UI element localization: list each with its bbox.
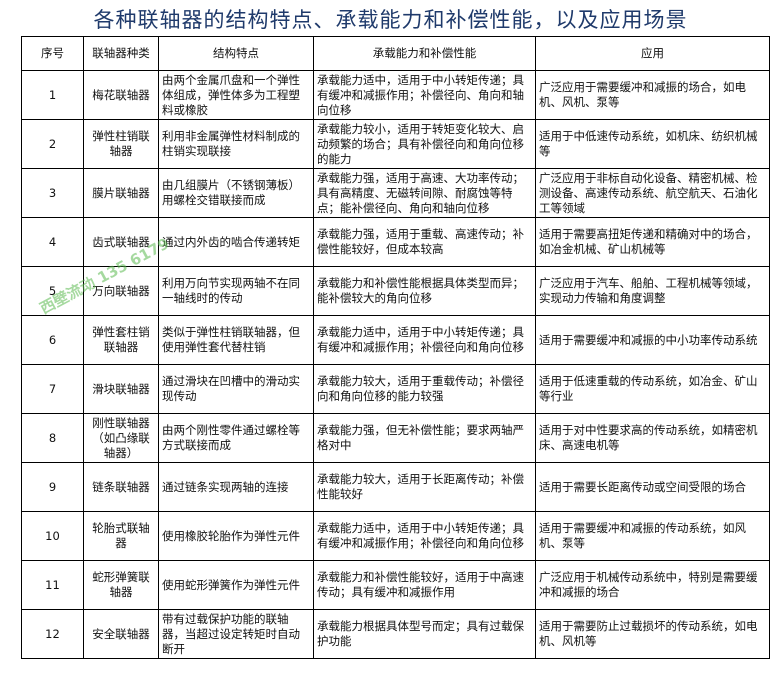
cell-structure: 利用万向节实现两轴不在同一轴线时的传动: [158, 266, 314, 316]
cell-application: 广泛应用于非标自动化设备、精密机械、检测设备、高速传动系统、航空航天、石油化工等…: [535, 168, 770, 218]
cell-structure: 使用蛇形弹簧作为弹性元件: [158, 560, 314, 610]
cell-index: 12: [21, 609, 84, 659]
cell-capacity: 承载能力和补偿性能较好，适用于中高速传动；具有缓冲和减振作用: [313, 560, 536, 610]
cell-application: 适用于需要缓冲和减振的传动系统，如风机、泵等: [535, 511, 770, 561]
cell-type: 蛇形弹簧联轴器: [83, 560, 159, 610]
cell-type: 滑块联轴器: [83, 364, 159, 414]
cell-index: 2: [21, 119, 84, 169]
cell-index: 3: [21, 168, 84, 218]
table-row: 3 膜片联轴器 由几组膜片（不锈钢薄板）用螺栓交错联接而成 承载能力强，适用于高…: [21, 168, 770, 218]
header-row: 序号 联轴器种类 结构特点 承载能力和补偿性能 应用: [21, 36, 770, 71]
cell-capacity: 承载能力较小，适用于转矩变化较大、启动频繁的场合；具有补偿径向和角向位移的能力: [313, 119, 536, 169]
table-row: 12 安全联轴器 带有过载保护功能的联轴器，当超过设定转矩时自动断开 承载能力根…: [21, 609, 770, 659]
cell-capacity: 承载能力根据具体型号而定；具有过载保护功能: [313, 609, 536, 659]
cell-index: 10: [21, 511, 84, 561]
cell-type: 刚性联轴器（如凸缘联轴器）: [83, 413, 159, 463]
cell-capacity: 承载能力强，适用于重载、高速传动；补偿性能较好，但成本较高: [313, 217, 536, 267]
cell-capacity: 承载能力较大，适用于长距离传动；补偿性能较好: [313, 462, 536, 512]
cell-capacity: 承载能力和补偿性能根据具体类型而异；能补偿较大的角向位移: [313, 266, 536, 316]
cell-capacity: 承载能力强，但无补偿性能；要求两轴严格对中: [313, 413, 536, 463]
cell-application: 适用于需要高扭矩传递和精确对中的场合，如冶金机械、矿山机械等: [535, 217, 770, 267]
cell-index: 4: [21, 217, 84, 267]
cell-application: 广泛应用于机械传动系统中，特别是需要缓冲和减振的场合: [535, 560, 770, 610]
cell-index: 11: [21, 560, 84, 610]
cell-index: 6: [21, 315, 84, 365]
header-index: 序号: [21, 36, 84, 71]
cell-application: 广泛应用于需要缓冲和减振的场合，如电机、风机、泵等: [535, 70, 770, 120]
page-title: 各种联轴器的结构特点、承载能力和补偿性能，以及应用场景: [93, 8, 688, 32]
cell-capacity: 承载能力适中，适用于中小转矩传递；具有缓冲和减振作用；补偿径向和角向位移: [313, 315, 536, 365]
cell-application: 适用于对中性要求高的传动系统，如精密机床、高速电机等: [535, 413, 770, 463]
cell-index: 7: [21, 364, 84, 414]
cell-application: 适用于需要缓冲和减振的中小功率传动系统: [535, 315, 770, 365]
header-capacity: 承载能力和补偿性能: [313, 36, 536, 71]
cell-type: 梅花联轴器: [83, 70, 159, 120]
cell-index: 8: [21, 413, 84, 463]
header-structure: 结构特点: [158, 36, 314, 71]
cell-structure: 由两个金属爪盘和一个弹性体组成，弹性体多为工程塑料或橡胶: [158, 70, 314, 120]
table-row: 1 梅花联轴器 由两个金属爪盘和一个弹性体组成，弹性体多为工程塑料或橡胶 承载能…: [21, 70, 770, 120]
cell-index: 1: [21, 70, 84, 120]
cell-type: 链条联轴器: [83, 462, 159, 512]
cell-type: 弹性柱销联轴器: [83, 119, 159, 169]
cell-structure: 由几组膜片（不锈钢薄板）用螺栓交错联接而成: [158, 168, 314, 218]
cell-application: 适用于需要长距离传动或空间受限的场合: [535, 462, 770, 512]
table-row: 11 蛇形弹簧联轴器 使用蛇形弹簧作为弹性元件 承载能力和补偿性能较好，适用于中…: [21, 560, 770, 610]
cell-structure: 由两个刚性零件通过螺栓等方式联接而成: [158, 413, 314, 463]
header-type: 联轴器种类: [83, 36, 159, 71]
cell-type: 轮胎式联轴器: [83, 511, 159, 561]
cell-structure: 通过滑块在凹槽中的滑动实现传动: [158, 364, 314, 414]
cell-structure: 通过内外齿的啮合传递转矩: [158, 217, 314, 267]
cell-index: 9: [21, 462, 84, 512]
cell-application: 适用于低速重载的传动系统，如冶金、矿山等行业: [535, 364, 770, 414]
cell-structure: 带有过载保护功能的联轴器，当超过设定转矩时自动断开: [158, 609, 314, 659]
table-row: 9 链条联轴器 通过链条实现两轴的连接 承载能力较大，适用于长距离传动；补偿性能…: [21, 462, 770, 512]
cell-structure: 使用橡胶轮胎作为弹性元件: [158, 511, 314, 561]
table-row: 7 滑块联轴器 通过滑块在凹槽中的滑动实现传动 承载能力较大，适用于重载传动；补…: [21, 364, 770, 414]
coupling-table: 序号 联轴器种类 结构特点 承载能力和补偿性能 应用 1 梅花联轴器 由两个金属…: [21, 36, 770, 659]
cell-application: 广泛应用于汽车、船舶、工程机械等领域，实现动力传输和角度调整: [535, 266, 770, 316]
cell-capacity: 承载能力适中，适用于中小转矩传递；具有缓冲和减振作用；补偿径向和角向位移: [313, 511, 536, 561]
table-row: 6 弹性套柱销联轴器 类似于弹性柱销联轴器，但使用弹性套代替柱销 承载能力适中，…: [21, 315, 770, 365]
cell-capacity: 承载能力较大，适用于重载传动；补偿径向和角向位移的能力较强: [313, 364, 536, 414]
cell-capacity: 承载能力强，适用于高速、大功率传动；具有高精度、无磁转间隙、耐腐蚀等特点；能补偿…: [313, 168, 536, 218]
cell-structure: 利用非金属弹性材料制成的柱销实现联接: [158, 119, 314, 169]
cell-type: 安全联轴器: [83, 609, 159, 659]
cell-capacity: 承载能力适中，适用于中小转矩传递；具有缓冲和减振作用；补偿径向、角向和轴向位移: [313, 70, 536, 120]
cell-type: 膜片联轴器: [83, 168, 159, 218]
table-row: 2 弹性柱销联轴器 利用非金属弹性材料制成的柱销实现联接 承载能力较小，适用于转…: [21, 119, 770, 169]
cell-structure: 通过链条实现两轴的连接: [158, 462, 314, 512]
cell-application: 适用于中低速传动系统，如机床、纺织机械等: [535, 119, 770, 169]
cell-type: 弹性套柱销联轴器: [83, 315, 159, 365]
cell-structure: 类似于弹性柱销联轴器，但使用弹性套代替柱销: [158, 315, 314, 365]
table-row: 10 轮胎式联轴器 使用橡胶轮胎作为弹性元件 承载能力适中，适用于中小转矩传递；…: [21, 511, 770, 561]
table-row: 8 刚性联轴器（如凸缘联轴器） 由两个刚性零件通过螺栓等方式联接而成 承载能力强…: [21, 413, 770, 463]
table-row: 5 万向联轴器 利用万向节实现两轴不在同一轴线时的传动 承载能力和补偿性能根据具…: [21, 266, 770, 316]
header-application: 应用: [535, 36, 770, 71]
cell-application: 适用于需要防止过载损坏的传动系统，如电机、风机等: [535, 609, 770, 659]
